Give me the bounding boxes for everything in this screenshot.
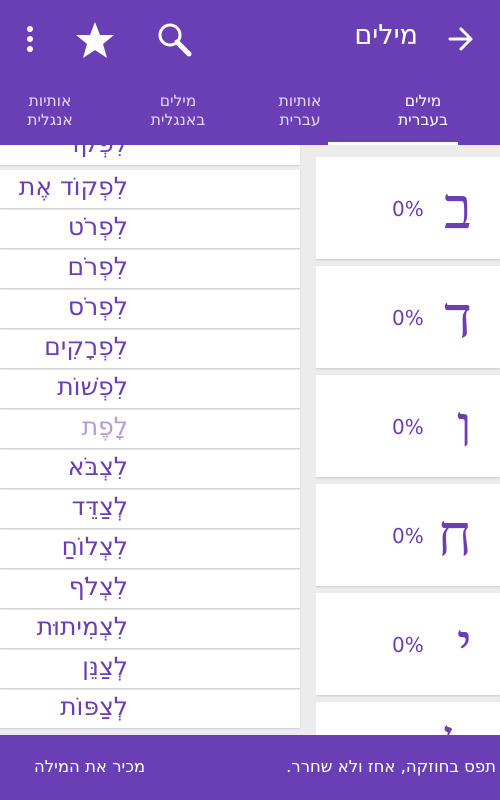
- letter-card[interactable]: ל 0%: [316, 702, 500, 735]
- tab-english-words[interactable]: מילים באנגלית: [118, 92, 238, 140]
- star-icon[interactable]: [75, 20, 115, 60]
- list-item[interactable]: לִפְקֹד: [0, 145, 300, 165]
- letter-glyph: ו: [457, 392, 472, 460]
- letter-glyph: י: [456, 610, 472, 678]
- letter-glyph: ב: [444, 174, 472, 242]
- word-list[interactable]: לִפְקֹד לִפְקוֹד אֶת לִפְרֹט לִפְרֹם לִפ…: [0, 145, 302, 735]
- letter-card[interactable]: ב 0%: [316, 157, 500, 259]
- list-item[interactable]: לִצְבֹּא: [0, 450, 300, 488]
- letter-cards[interactable]: ב 0% ד 0% ו 0% ח 0% י 0% ל 0%: [316, 145, 500, 735]
- list-item[interactable]: לְצַדֵּד: [0, 490, 300, 528]
- app-bar: מילים מילים בעברית אותיות עברית מילים בא…: [0, 0, 500, 145]
- list-item[interactable]: לִפְרֹס: [0, 290, 300, 328]
- page-title: מילים: [354, 20, 418, 51]
- letter-progress: 0%: [392, 633, 424, 657]
- bottom-bar: תפס בחוזקה, אחז ולא שחרר. מכיר את המילה: [0, 735, 500, 800]
- letter-progress: 0%: [392, 306, 424, 330]
- list-item[interactable]: לִפְרָקִים: [0, 330, 300, 368]
- letter-card[interactable]: ח 0%: [316, 484, 500, 586]
- tab-english-letters[interactable]: אותיות אנגלית: [0, 92, 100, 140]
- more-vertical-icon[interactable]: [20, 24, 40, 54]
- letter-card[interactable]: ו 0%: [316, 375, 500, 477]
- tab-hebrew-words[interactable]: מילים בעברית: [368, 92, 478, 140]
- letter-progress: 0%: [392, 197, 424, 221]
- arrow-right-icon[interactable]: [446, 24, 476, 54]
- letter-card[interactable]: י 0%: [316, 593, 500, 695]
- letter-progress: 0%: [392, 524, 424, 548]
- list-item[interactable]: לִצְמִיתוּת: [0, 610, 300, 648]
- letter-glyph: ל: [445, 720, 472, 735]
- word-hint: תפס בחוזקה, אחז ולא שחרר.: [286, 757, 496, 776]
- tab-hebrew-letters[interactable]: אותיות עברית: [245, 92, 355, 140]
- list-item[interactable]: לִצְלֹף: [0, 570, 300, 608]
- list-item[interactable]: לְצַנֵּן: [0, 650, 300, 688]
- list-item[interactable]: לִפְרֹם: [0, 250, 300, 288]
- letter-glyph: ח: [437, 501, 472, 569]
- list-item[interactable]: לִצְלוֹחַ: [0, 530, 300, 568]
- list-item[interactable]: לִפְשׁוֹת: [0, 370, 300, 408]
- know-word-button[interactable]: מכיר את המילה: [34, 757, 145, 776]
- list-item[interactable]: לִפְרֹט: [0, 210, 300, 248]
- list-item[interactable]: לָפֶת: [0, 410, 300, 448]
- letter-glyph: ד: [444, 283, 472, 351]
- search-icon[interactable]: [155, 20, 193, 58]
- list-item[interactable]: לְצַפּוֹת: [0, 690, 300, 728]
- letter-progress: 0%: [392, 415, 424, 439]
- letter-card[interactable]: ד 0%: [316, 266, 500, 368]
- list-item[interactable]: לִפְקוֹד אֶת: [0, 170, 300, 208]
